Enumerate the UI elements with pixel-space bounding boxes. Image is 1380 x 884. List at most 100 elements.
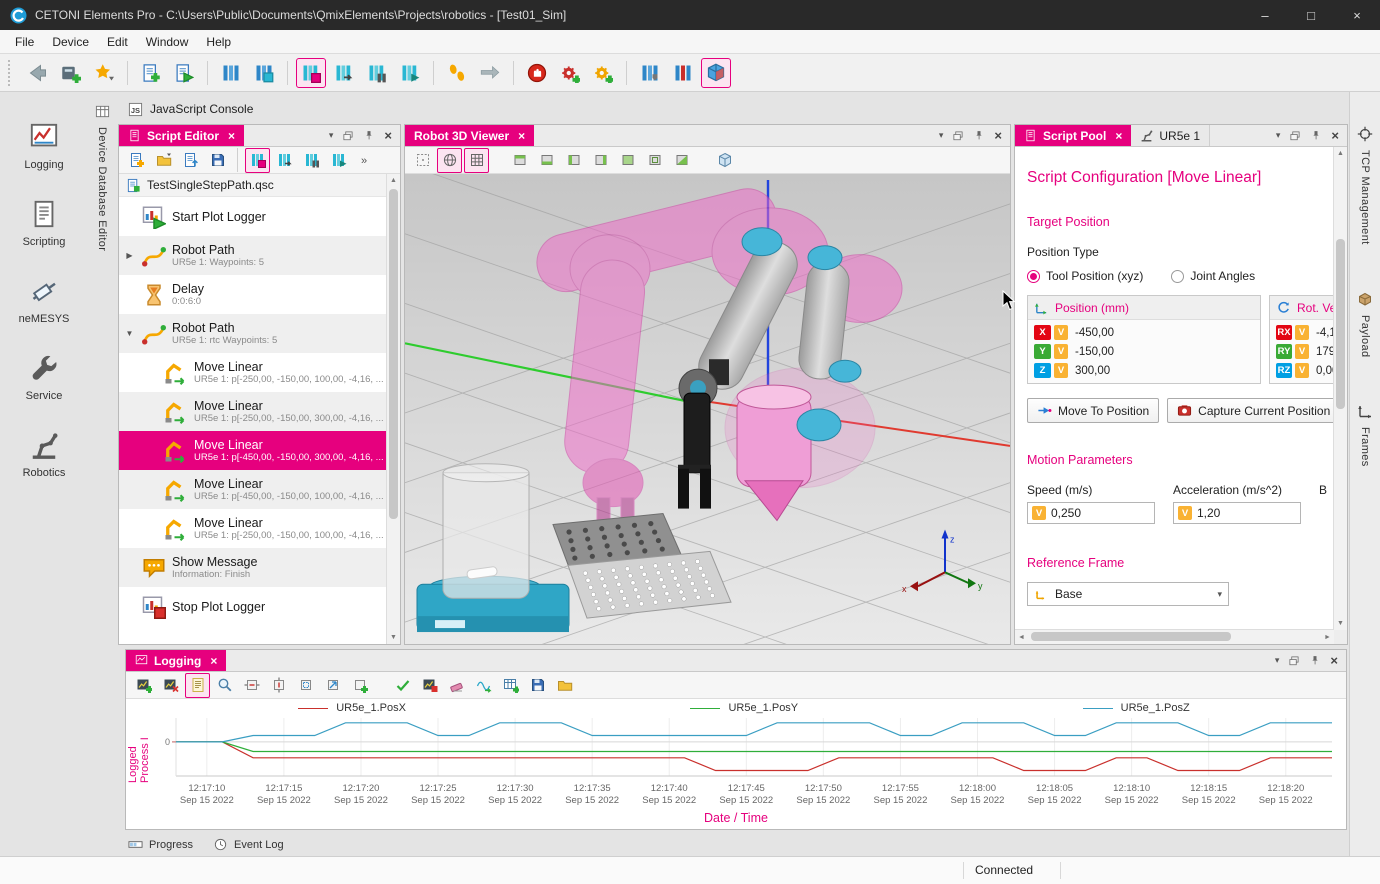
clear-chart-icon[interactable]	[417, 673, 442, 698]
tile-columns-icon[interactable]	[635, 58, 665, 88]
view-sphere-icon[interactable]	[437, 148, 462, 173]
plot-add-icon[interactable]	[131, 673, 156, 698]
capture-current-position-button[interactable]: Capture Current Position	[1167, 398, 1334, 423]
face-front-icon[interactable]	[615, 148, 640, 173]
open-folder-icon[interactable]	[552, 673, 577, 698]
variable-badge[interactable]: V	[1295, 344, 1309, 359]
script-step-row[interactable]: Move LinearUR5e 1: p[-250,00, -150,00, 1…	[119, 353, 387, 392]
script-step-row[interactable]: Move LinearUR5e 1: p[-450,00, -150,00, 1…	[119, 470, 387, 509]
scrollbar-thumb[interactable]	[389, 189, 398, 519]
log-notes-icon[interactable]	[185, 673, 210, 698]
nav-back-icon[interactable]	[23, 58, 53, 88]
move-to-position-button[interactable]: Move To Position	[1027, 398, 1159, 423]
axis-value-y[interactable]: -150,00	[1071, 346, 1114, 358]
add-device-icon[interactable]	[56, 58, 86, 88]
tile-columns-red-icon[interactable]	[668, 58, 698, 88]
variable-badge[interactable]: V	[1054, 325, 1068, 340]
process-view-icon[interactable]	[272, 148, 297, 173]
process-stop-icon[interactable]	[299, 148, 324, 173]
add-module-red-icon[interactable]	[555, 58, 585, 88]
float-icon[interactable]	[342, 130, 354, 142]
process-stop-icon[interactable]	[362, 58, 392, 88]
scale-fit-icon[interactable]	[293, 673, 318, 698]
se-save-icon[interactable]	[205, 148, 230, 173]
close-icon[interactable]: ×	[994, 128, 1002, 143]
float-icon[interactable]	[952, 130, 964, 142]
eraser-icon[interactable]	[444, 673, 469, 698]
chevron-down-icon[interactable]: ▾	[1276, 130, 1281, 141]
script-tree-scrollbar[interactable]: ▲ ▼	[386, 174, 400, 644]
script-step-row[interactable]: ▼Robot PathUR5e 1: rtc Waypoints: 5	[119, 314, 387, 353]
device-database-editor-strip[interactable]: Device Database Editor	[88, 92, 116, 251]
overflow-icon[interactable]: »	[353, 148, 378, 173]
expander-expanded-icon[interactable]: ▼	[123, 329, 136, 338]
sidebar-item-robotics[interactable]: Robotics	[0, 430, 88, 479]
view-grid-icon[interactable]	[464, 148, 489, 173]
se-new-icon[interactable]	[124, 148, 149, 173]
script-pool-hscrollbar[interactable]: ◄ ►	[1015, 629, 1334, 644]
reference-frame-select[interactable]: Base ▾	[1027, 582, 1229, 606]
variable-badge[interactable]: V	[1054, 344, 1068, 359]
zoom-icon[interactable]	[212, 673, 237, 698]
variable-badge[interactable]: V	[1295, 363, 1309, 378]
variable-badge[interactable]: V	[1032, 506, 1046, 520]
menu-device[interactable]: Device	[43, 32, 98, 52]
scale-h-icon[interactable]	[239, 673, 264, 698]
script-new-icon[interactable]	[136, 58, 166, 88]
pin-icon[interactable]	[363, 130, 375, 142]
add-module-yellow-icon[interactable]	[588, 58, 618, 88]
process-start-icon[interactable]	[326, 148, 351, 173]
scrollbar-thumb[interactable]	[1336, 239, 1345, 409]
menu-file[interactable]: File	[6, 32, 43, 52]
favorites-icon[interactable]	[89, 58, 119, 88]
close-button[interactable]: ×	[1334, 0, 1380, 30]
step-trace-icon[interactable]	[442, 58, 472, 88]
scrollbar-thumb[interactable]	[1031, 632, 1231, 641]
scroll-right-icon[interactable]: ►	[1321, 630, 1334, 644]
device-panel-icon[interactable]	[216, 58, 246, 88]
sidebar-item-logging[interactable]: Logging	[0, 122, 88, 171]
pin-icon[interactable]	[973, 130, 985, 142]
radio-tool-position[interactable]: Tool Position (xyz)	[1027, 269, 1143, 283]
legend-item[interactable]: UR5e_1.PosY	[690, 702, 798, 714]
axis-value-rx[interactable]: -4,16	[1312, 327, 1334, 339]
script-start-icon[interactable]	[169, 58, 199, 88]
legend-item[interactable]: UR5e_1.PosZ	[1083, 702, 1190, 714]
menu-help[interactable]: Help	[197, 32, 240, 52]
scroll-down-icon[interactable]: ▼	[387, 631, 400, 644]
close-icon[interactable]: ×	[384, 128, 392, 143]
close-icon[interactable]: ×	[518, 129, 525, 143]
scale-v-icon[interactable]	[266, 673, 291, 698]
face-top-icon[interactable]	[507, 148, 532, 173]
pin-icon[interactable]	[1309, 655, 1321, 667]
sidebar-item-scripting[interactable]: Scripting	[0, 199, 88, 248]
variable-badge[interactable]: V	[1178, 506, 1192, 520]
tab-progress[interactable]: Progress	[128, 837, 193, 852]
scale-auto-icon[interactable]	[320, 673, 345, 698]
maximize-button[interactable]: □	[1288, 0, 1334, 30]
script-step-row[interactable]: Start Plot Logger	[119, 197, 387, 236]
axis-value-rz[interactable]: 0,00	[1312, 365, 1334, 377]
se-up-icon[interactable]	[178, 148, 203, 173]
close-icon[interactable]: ×	[1331, 128, 1339, 143]
script-step-row[interactable]: Delay0:0:6:0	[119, 275, 387, 314]
chart-plot[interactable]: 0	[150, 716, 1335, 780]
axis-value-x[interactable]: -450,00	[1071, 327, 1114, 339]
process-start-icon[interactable]	[395, 58, 425, 88]
chevron-down-icon[interactable]: ▾	[1275, 655, 1280, 666]
device-panel-add-icon[interactable]	[249, 58, 279, 88]
export-signal-icon[interactable]	[471, 673, 496, 698]
script-root-row[interactable]: TestSingleStepPath.qsc	[119, 174, 387, 197]
close-icon[interactable]: ×	[228, 129, 235, 143]
close-icon[interactable]: ×	[210, 654, 217, 668]
script-step-row[interactable]: Show MessageInformation: Finish	[119, 548, 387, 587]
grid-dots-icon[interactable]	[410, 148, 435, 173]
face-iso-icon[interactable]	[669, 148, 694, 173]
se-open-icon[interactable]	[151, 148, 176, 173]
tab-script-editor[interactable]: Script Editor ×	[119, 125, 244, 146]
radio-joint-angles[interactable]: Joint Angles	[1171, 269, 1255, 283]
process-view-icon[interactable]	[329, 58, 359, 88]
menu-window[interactable]: Window	[137, 32, 198, 52]
cube-icon[interactable]	[712, 148, 737, 173]
face-right-icon[interactable]	[588, 148, 613, 173]
